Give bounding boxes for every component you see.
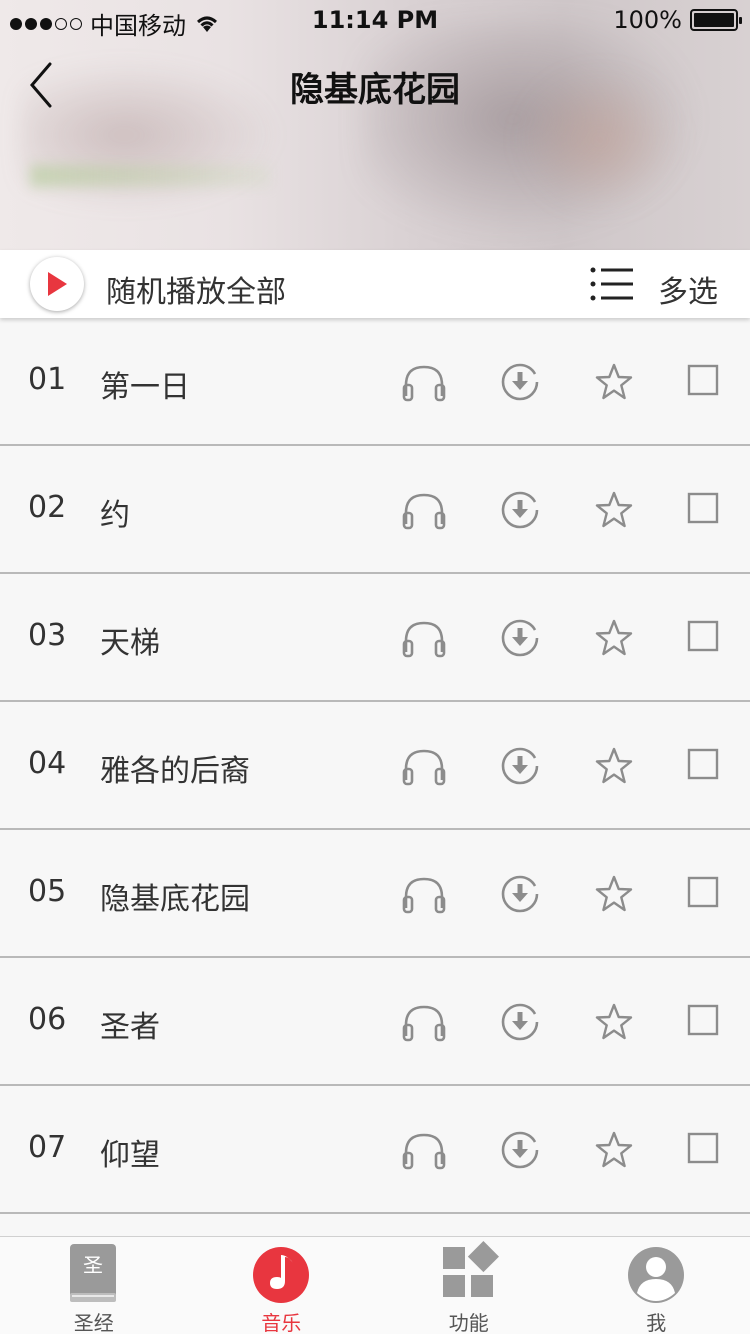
battery-percent: 100% (613, 6, 682, 34)
functions-grid-icon (442, 1241, 499, 1297)
song-number: 07 (28, 1130, 67, 1165)
status-bar: 中国移动 11:14 PM 100% (0, 0, 750, 40)
headphones-icon[interactable] (401, 618, 447, 658)
download-icon[interactable] (497, 490, 543, 530)
download-icon[interactable] (497, 1002, 543, 1042)
album-header: 中国移动 11:14 PM 100% 隐基底花园 (0, 0, 750, 250)
select-checkbox[interactable] (687, 620, 733, 660)
headphones-icon[interactable] (401, 746, 447, 786)
star-icon[interactable] (591, 1130, 637, 1170)
song-title: 第一日 (100, 370, 190, 405)
play-all-button[interactable] (30, 257, 84, 311)
battery-icon (690, 9, 742, 31)
song-row[interactable]: 03 天梯 (0, 574, 750, 702)
song-row[interactable]: 01 第一日 (0, 318, 750, 446)
song-list: 01 第一日 02 约 03 天梯 04 雅各的后裔 05 隐基底花园 06 圣… (0, 318, 750, 1214)
song-title: 圣者 (100, 1010, 160, 1045)
song-title: 约 (100, 498, 130, 533)
select-checkbox[interactable] (687, 876, 733, 916)
song-number: 02 (28, 490, 67, 525)
tab-bible[interactable]: 圣 圣经 (0, 1237, 188, 1334)
user-avatar-icon (628, 1247, 685, 1303)
headphones-icon[interactable] (401, 1130, 447, 1170)
download-icon[interactable] (497, 874, 543, 914)
tab-label: 圣经 (73, 1311, 114, 1334)
select-checkbox[interactable] (687, 1132, 733, 1172)
select-checkbox[interactable] (687, 364, 733, 404)
song-row[interactable]: 05 隐基底花园 (0, 830, 750, 958)
star-icon[interactable] (591, 618, 637, 658)
song-number: 06 (28, 1002, 67, 1037)
tab-bar: 圣 圣经 音乐 功能 我 (0, 1236, 750, 1334)
headphones-icon[interactable] (401, 1002, 447, 1042)
download-icon[interactable] (497, 746, 543, 786)
tab-label: 我 (646, 1311, 667, 1334)
song-number: 05 (28, 874, 67, 909)
song-row[interactable]: 04 雅各的后裔 (0, 702, 750, 830)
tab-functions[interactable]: 功能 (375, 1237, 563, 1334)
headphones-icon[interactable] (401, 362, 447, 402)
download-icon[interactable] (497, 362, 543, 402)
star-icon[interactable] (591, 1002, 637, 1042)
star-icon[interactable] (591, 490, 637, 530)
star-icon[interactable] (591, 874, 637, 914)
multi-select-button[interactable]: 多选 (658, 267, 718, 311)
download-icon[interactable] (497, 1130, 543, 1170)
star-icon[interactable] (591, 746, 637, 786)
play-icon (48, 272, 67, 296)
headphones-icon[interactable] (401, 874, 447, 914)
bible-icon-glyph: 圣 (83, 1253, 103, 1277)
select-checkbox[interactable] (687, 1004, 733, 1044)
header-blur-shape (30, 165, 270, 187)
song-row[interactable]: 07 仰望 (0, 1086, 750, 1214)
list-icon[interactable] (589, 266, 635, 302)
back-arrow-icon[interactable] (26, 60, 66, 110)
play-all-bar: 随机播放全部 多选 (0, 250, 750, 318)
music-note-icon (253, 1247, 310, 1303)
song-row[interactable]: 02 约 (0, 446, 750, 574)
song-number: 03 (28, 618, 67, 653)
song-number: 04 (28, 746, 67, 781)
select-checkbox[interactable] (687, 492, 733, 532)
song-row[interactable]: 06 圣者 (0, 958, 750, 1086)
star-icon[interactable] (591, 362, 637, 402)
bible-icon: 圣 (69, 1244, 116, 1302)
tab-label: 功能 (448, 1311, 489, 1334)
header-blur-shape (520, 70, 680, 210)
song-title: 天梯 (100, 626, 160, 661)
tab-music[interactable]: 音乐 (188, 1237, 376, 1334)
tab-me[interactable]: 我 (563, 1237, 750, 1334)
play-all-label[interactable]: 随机播放全部 (106, 267, 286, 311)
headphones-icon[interactable] (401, 490, 447, 530)
select-checkbox[interactable] (687, 748, 733, 788)
song-number: 01 (28, 362, 67, 397)
song-title: 仰望 (100, 1138, 160, 1173)
song-title: 雅各的后裔 (100, 754, 250, 789)
download-icon[interactable] (497, 618, 543, 658)
song-title: 隐基底花园 (100, 882, 250, 917)
tab-label: 音乐 (261, 1311, 302, 1334)
